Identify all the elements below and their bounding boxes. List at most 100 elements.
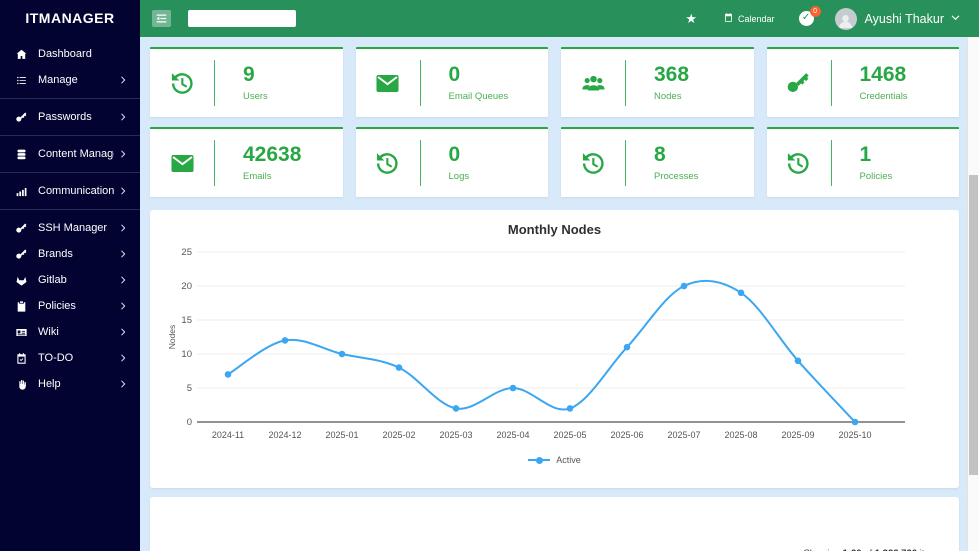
tasks-button[interactable]: ✓ 0: [799, 11, 815, 27]
chevron-down-icon: [950, 12, 961, 26]
stat-label: Credentials: [860, 91, 908, 102]
sidebar-item-label: TO-DO: [38, 352, 114, 364]
sidebar-item-to-do[interactable]: TO-DO: [0, 345, 140, 371]
page-scrollbar[interactable]: [967, 37, 979, 551]
sidebar-item-passwords[interactable]: Passwords: [0, 104, 140, 130]
hands-helping-icon: [15, 378, 28, 391]
stat-label: Logs: [449, 171, 470, 182]
sidebar-item-label: Help: [38, 378, 114, 390]
sidebar-item-ssh-manager[interactable]: SSH Manager: [0, 215, 140, 241]
stat-value: 0: [449, 64, 509, 85]
stat-label: Emails: [243, 171, 301, 182]
svg-text:2025-02: 2025-02: [382, 430, 415, 440]
stat-value: 1: [860, 144, 893, 165]
sidebar-item-label: Communications: [38, 185, 114, 197]
svg-text:10: 10: [181, 349, 192, 360]
legend-marker-active: [528, 459, 550, 461]
calendar-check-icon: [15, 352, 28, 365]
stat-card-nodes: 368Nodes: [561, 47, 754, 117]
sidebar-item-label: Policies: [38, 300, 114, 312]
sidebar-item-gitlab[interactable]: Gitlab: [0, 267, 140, 293]
stat-divider: [625, 140, 626, 186]
sidebar-item-label: Passwords: [38, 111, 114, 123]
sidebar-item-content-management[interactable]: Content Management: [0, 141, 140, 167]
sidebar-toggle-button[interactable]: [152, 10, 171, 27]
stat-card-processes: 8Processes: [561, 127, 754, 197]
content-area: 9Users0Email Queues368Nodes1468Credentia…: [140, 37, 967, 551]
database-icon: [15, 148, 28, 161]
stat-divider: [831, 140, 832, 186]
calendar-button[interactable]: Calendar: [723, 12, 775, 25]
monthly-nodes-chart-card: Monthly Nodes 0510152025Nodes2024-112024…: [150, 210, 959, 488]
sidebar-item-manage[interactable]: Manage: [0, 67, 140, 93]
svg-text:25: 25: [181, 247, 192, 258]
stat-icon-box: [561, 150, 625, 177]
svg-text:2025-05: 2025-05: [553, 430, 586, 440]
topbar: ★ Calendar ✓ 0 Ayushi Thakur: [140, 0, 979, 37]
menu-toggle-icon: [155, 12, 168, 25]
sidebar-item-brands[interactable]: Brands: [0, 241, 140, 267]
chevron-right-icon: [118, 186, 128, 196]
scrollbar-thumb[interactable]: [969, 175, 978, 475]
chevron-right-icon: [118, 112, 128, 122]
key-icon: [15, 111, 28, 124]
sidebar-nav: DashboardManage Passwords Content Manageme…: [0, 36, 140, 402]
stat-icon-box: [356, 150, 420, 177]
sidebar-item-label: Content Management: [38, 148, 114, 160]
gitlab-icon: [15, 274, 28, 287]
stat-value: 1468: [860, 64, 908, 85]
stat-divider: [420, 140, 421, 186]
stat-icon-box: [356, 70, 420, 97]
chevron-right-icon: [118, 327, 128, 337]
monthly-nodes-chart[interactable]: 0510152025Nodes2024-112024-122025-012025…: [166, 242, 911, 444]
stat-label: Processes: [654, 171, 698, 182]
svg-text:2025-01: 2025-01: [325, 430, 358, 440]
stat-divider: [420, 60, 421, 106]
stat-label: Email Queues: [449, 91, 509, 102]
chevron-right-icon: [118, 75, 128, 85]
signal-icon: [15, 185, 28, 198]
idcard-icon: [15, 326, 28, 339]
search-input[interactable]: [188, 10, 296, 27]
stat-divider: [214, 60, 215, 106]
sidebar-item-label: SSH Manager: [38, 222, 114, 234]
sidebar: ITMANAGER DashboardManagePasswordsConten…: [0, 0, 140, 551]
stat-card-logs: 0Logs: [356, 127, 549, 197]
key-icon: [15, 222, 28, 235]
stat-label: Policies: [860, 171, 893, 182]
calendar-icon: [723, 12, 734, 23]
sidebar-item-wiki[interactable]: Wiki: [0, 319, 140, 345]
legend-label: Active: [556, 455, 581, 465]
svg-text:2025-06: 2025-06: [610, 430, 643, 440]
svg-text:2024-11: 2024-11: [212, 430, 244, 440]
svg-text:5: 5: [187, 383, 192, 394]
svg-text:20: 20: [181, 281, 192, 292]
svg-text:2024-12: 2024-12: [268, 430, 301, 440]
stat-icon-box: [767, 150, 831, 177]
sidebar-item-communications[interactable]: Communications: [0, 178, 140, 204]
users-icon: [580, 70, 607, 97]
sidebar-item-dashboard[interactable]: Dashboard: [0, 41, 140, 67]
key-icon: [785, 70, 812, 97]
stat-value: 368: [654, 64, 689, 85]
svg-text:0: 0: [187, 417, 192, 428]
history-icon: [169, 70, 196, 97]
favorites-star-icon[interactable]: ★: [685, 12, 697, 25]
sidebar-item-label: Gitlab: [38, 274, 114, 286]
stat-card-emails: 42638Emails: [150, 127, 343, 197]
sidebar-item-label: Wiki: [38, 326, 114, 338]
items-panel: Showing 1-20 of 1,328,726 items.: [150, 497, 959, 551]
chevron-right-icon: [118, 353, 128, 363]
stat-icon-box: [767, 70, 831, 97]
calendar-label: Calendar: [738, 14, 775, 24]
stat-card-policies: 1 Policies: [767, 127, 960, 197]
stat-divider: [214, 140, 215, 186]
stat-card-email-queues: 0 Email Queues: [356, 47, 549, 117]
envelope-icon: [169, 150, 196, 177]
stat-value: 9: [243, 64, 268, 85]
avatar[interactable]: [835, 8, 857, 30]
sidebar-item-help[interactable]: Help: [0, 371, 140, 397]
user-menu[interactable]: Ayushi Thakur: [865, 12, 961, 26]
chevron-right-icon: [118, 275, 128, 285]
sidebar-item-policies[interactable]: Policies: [0, 293, 140, 319]
